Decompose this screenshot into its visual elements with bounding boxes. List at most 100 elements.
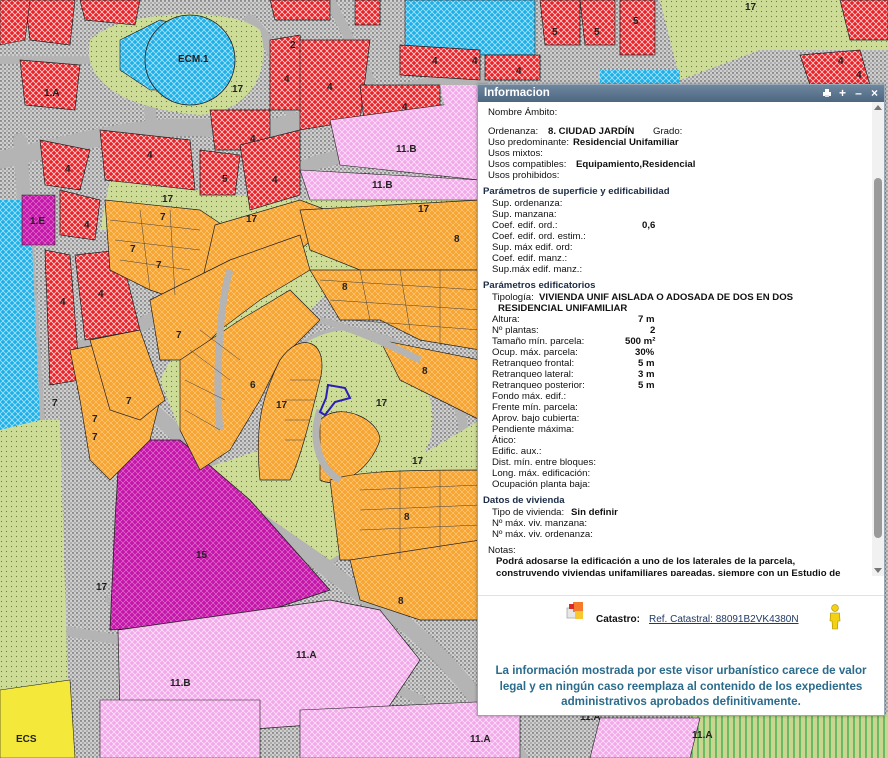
section-vivienda: Datos de vivienda xyxy=(483,495,565,506)
catastro-row: Catastro: Ref. Catastral: 88091B2VK4380N xyxy=(478,595,884,636)
zone-label: 5 xyxy=(594,27,600,38)
edificatorio-value: 500 m² xyxy=(625,336,656,347)
zone-label: 4 xyxy=(250,134,256,145)
superficie-label: Sup. ordenanza: xyxy=(492,198,563,209)
tipo-vivienda-label: Tipo de vivienda: xyxy=(492,507,565,518)
ordenanza-label: Ordenanza: xyxy=(488,126,539,137)
zone-label: ECM.1 xyxy=(178,54,209,65)
zone-label: 7 xyxy=(176,330,182,341)
usos-compatibles-label: Usos compatibles: xyxy=(488,159,567,170)
edificatorio-label: Retranqueo lateral: xyxy=(492,369,574,380)
zone-label: 11.A xyxy=(470,734,491,745)
zone-label: 11.B xyxy=(372,180,393,191)
zone-label: 2 xyxy=(290,40,296,51)
zone-label: ECS xyxy=(16,734,37,745)
legal-disclaimer: La información mostrada por este visor u… xyxy=(495,664,867,708)
zone-label: 4 xyxy=(60,297,66,308)
zone-label: 4 xyxy=(432,56,438,67)
usos-mixtos-label: Usos mixtos: xyxy=(488,148,543,159)
close-icon[interactable]: × xyxy=(869,87,880,99)
street-view-person-icon[interactable] xyxy=(828,604,842,630)
zone-label: 8 xyxy=(398,596,404,607)
add-icon[interactable]: + xyxy=(837,87,848,99)
panel-scrollbar[interactable] xyxy=(872,102,884,576)
zone-label: 15 xyxy=(196,550,208,561)
zone-label: 17 xyxy=(412,456,424,467)
tipologia-value-2: RESIDENCIAL UNIFAMILIAR xyxy=(498,303,628,314)
viv-ordenanza-label: Nº máx. viv. ordenanza: xyxy=(492,529,593,540)
edificatorio-value: 30% xyxy=(635,347,655,358)
zone-label: 7 xyxy=(156,260,162,271)
zone-label: 11.A xyxy=(692,730,713,741)
tipo-vivienda-value: Sin definir xyxy=(571,507,618,518)
zone-label: 7 xyxy=(92,414,98,425)
superficie-label: Sup.máx edif. manz.: xyxy=(492,264,583,275)
panel-title: Informacion xyxy=(484,87,550,99)
zone-label: 4 xyxy=(65,164,71,175)
notas-label: Notas: xyxy=(488,545,516,556)
superficie-label: Sup. máx edif. ord: xyxy=(492,242,573,253)
usos-prohibidos-label: Usos prohibidos: xyxy=(488,170,560,181)
print-icon[interactable] xyxy=(821,88,832,99)
zone-label: 17 xyxy=(376,398,388,409)
scroll-thumb[interactable] xyxy=(874,178,882,538)
minimize-icon[interactable]: – xyxy=(853,87,864,99)
superficie-label: Coef. edif. ord. estim.: xyxy=(492,231,586,242)
edificatorio-label: Aprov. bajo cubierta: xyxy=(492,413,580,424)
notas-value: Podrá adosarse la edificación a uno de l… xyxy=(496,556,841,576)
edificatorio-label: Retranqueo frontal: xyxy=(492,358,575,369)
panel-title-bar[interactable]: Informacion + – × xyxy=(478,85,884,102)
zone-label: 17 xyxy=(418,204,430,215)
nombre-ambito-label: Nombre Ámbito: xyxy=(488,107,558,118)
edificatorio-label: Tamaño mín. parcela: xyxy=(492,336,585,347)
edificatorio-label: Long. máx. edificación: xyxy=(492,468,591,479)
zone-label: 17 xyxy=(745,2,757,13)
zone-label: 17 xyxy=(276,400,288,411)
zone-label: 7 xyxy=(160,212,166,223)
edificatorio-label: Pendiente máxima: xyxy=(492,424,575,435)
edificatorio-value: 7 m xyxy=(638,314,655,325)
edificatorio-label: Ocupación planta baja: xyxy=(492,479,591,490)
panel-content-scroll[interactable]: Nombre Ámbito: Ordenanza: 8. CIUDAD JARD… xyxy=(478,102,884,576)
uso-predominante-label: Uso predominante: xyxy=(488,137,570,148)
section-superficie: Parámetros de superficie y edificabilida… xyxy=(483,186,670,197)
catastro-ref-link[interactable]: Ref. Catastral: 88091B2VK4380N xyxy=(649,614,799,625)
zone-label: 8 xyxy=(342,282,348,293)
superficie-label: Sup. manzana: xyxy=(492,209,557,220)
zone-label: 11.B xyxy=(396,144,417,155)
zone-label: 8 xyxy=(422,366,428,377)
zone-label: 11.A xyxy=(296,650,317,661)
zone-label: 4 xyxy=(402,102,408,113)
superficie-label: Coef. edif. manz.: xyxy=(492,253,568,264)
zone-label: 6 xyxy=(250,380,256,391)
edificatorio-label: Ático: xyxy=(492,435,516,446)
zone-label: 8 xyxy=(404,512,410,523)
zone-label: 17 xyxy=(162,194,174,205)
edificatorio-label: Frente mín. parcela: xyxy=(492,402,578,413)
section-edificatorios: Parámetros edificatorios xyxy=(483,280,596,291)
superficie-value: 0,6 xyxy=(642,220,656,231)
zone-label: 8 xyxy=(454,234,460,245)
zone-label: 7 xyxy=(126,396,132,407)
edificatorio-label: Dist. mín. entre bloques: xyxy=(492,457,596,468)
zone-label: 7 xyxy=(92,432,98,443)
scroll-up-icon[interactable] xyxy=(874,105,882,110)
edificatorio-value: 5 m xyxy=(638,358,655,369)
catastro-label: Catastro: xyxy=(596,614,640,625)
zone-label: 1.E xyxy=(30,216,45,227)
zone-label: 17 xyxy=(96,582,108,593)
edificatorio-label: Edific. aux.: xyxy=(492,446,542,457)
catastro-icon[interactable] xyxy=(565,600,587,622)
zone-label: 4 xyxy=(98,289,104,300)
zone-label: 5 xyxy=(222,174,228,185)
zone-label: 4 xyxy=(856,70,862,81)
grado-label: Grado: xyxy=(653,126,683,137)
edificatorio-label: Retranqueo posterior: xyxy=(492,380,585,391)
zone-label: 4 xyxy=(84,220,90,231)
viv-manzana-label: Nº máx. viv. manzana: xyxy=(492,518,588,529)
zone-label: 7 xyxy=(52,398,58,409)
edificatorio-label: Ocup. máx. parcela: xyxy=(492,347,578,358)
info-panel[interactable]: Informacion + – × Nombre Ámbito: Ordenan… xyxy=(477,84,885,716)
scroll-down-icon[interactable] xyxy=(874,568,882,573)
usos-compatibles-value: Equipamiento,Residencial xyxy=(576,159,696,170)
